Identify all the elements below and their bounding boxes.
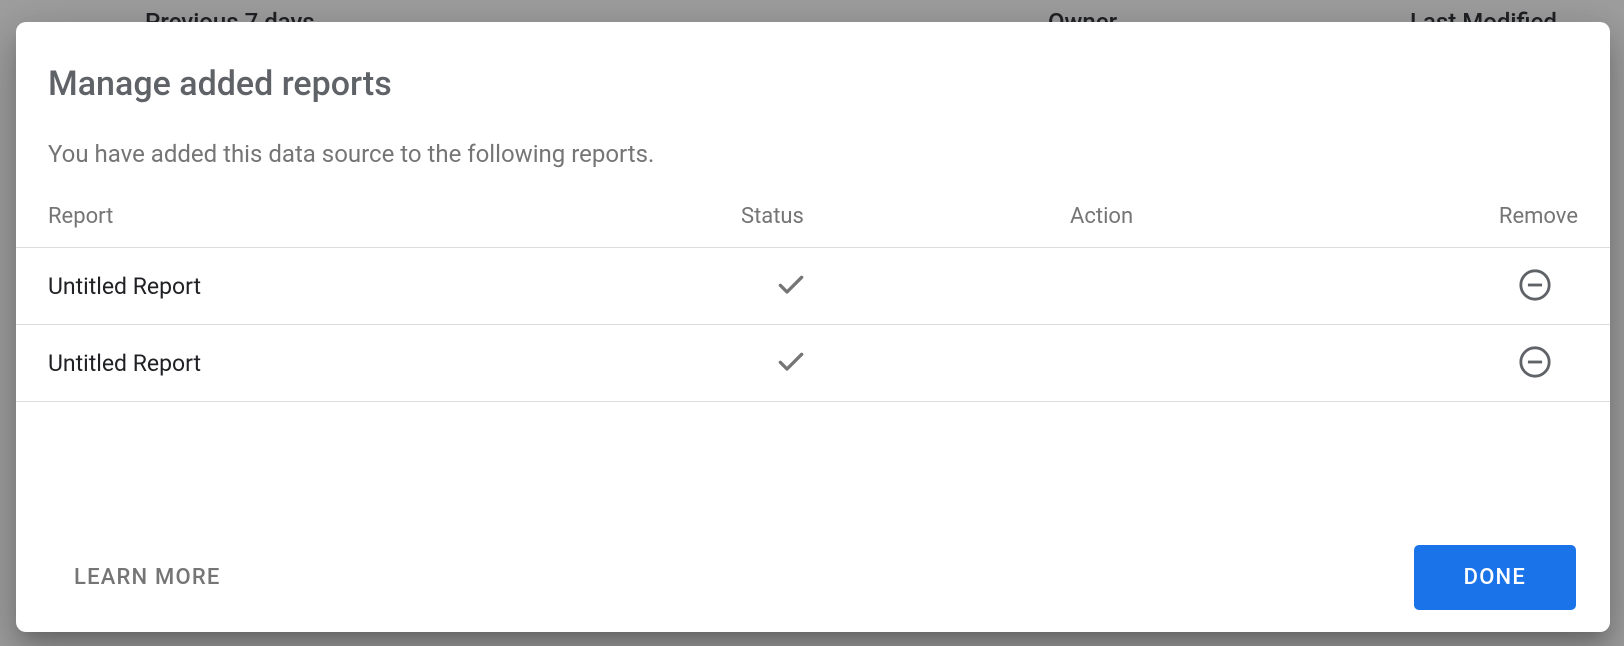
dialog-subtitle: You have added this data source to the f…: [16, 104, 1610, 168]
column-header-remove: Remove: [1499, 204, 1578, 229]
column-header-status: Status: [741, 204, 1070, 229]
table-body: Untitled Report: [16, 248, 1610, 521]
learn-more-button[interactable]: LEARN MORE: [74, 565, 221, 590]
report-status: [741, 268, 1070, 304]
remove-report-button[interactable]: [1518, 269, 1552, 303]
remove-report-button[interactable]: [1518, 346, 1552, 380]
column-header-report: Report: [48, 204, 741, 229]
column-header-action: Action: [1070, 204, 1499, 229]
manage-reports-dialog: Manage added reports You have added this…: [16, 22, 1610, 632]
remove-circle-icon: [1518, 345, 1552, 382]
report-name: Untitled Report: [48, 350, 741, 377]
table-row: Untitled Report: [16, 248, 1610, 325]
report-status: [741, 345, 1070, 381]
remove-circle-icon: [1518, 268, 1552, 305]
report-name: Untitled Report: [48, 273, 741, 300]
check-icon: [741, 345, 807, 381]
dialog-header: Manage added reports: [16, 22, 1610, 104]
table-row: Untitled Report: [16, 325, 1610, 402]
check-icon: [741, 268, 807, 304]
dialog-title: Manage added reports: [48, 64, 1578, 104]
table-header-row: Report Status Action Remove: [16, 168, 1610, 248]
dialog-actions: LEARN MORE DONE: [16, 521, 1610, 632]
done-button[interactable]: DONE: [1414, 545, 1576, 610]
